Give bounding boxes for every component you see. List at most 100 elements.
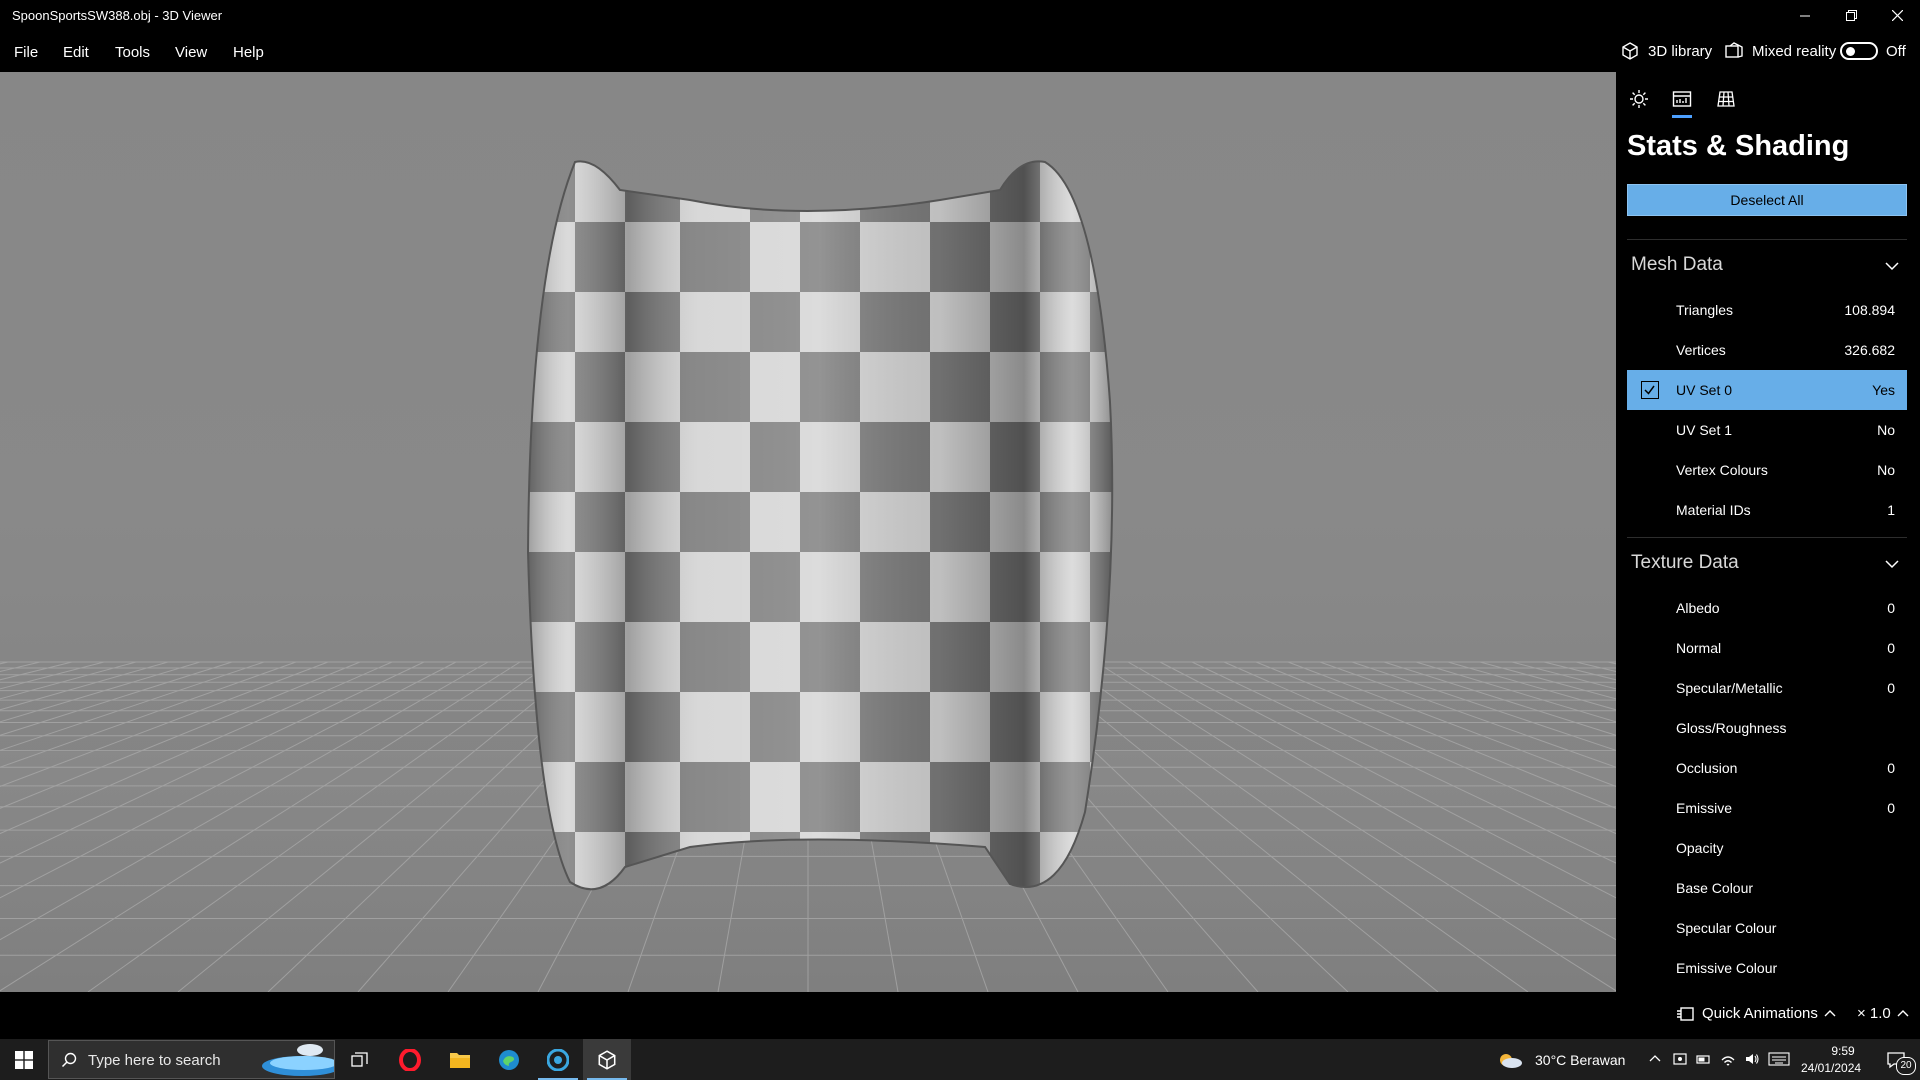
stat-row[interactable]: Material IDs 1	[1627, 490, 1907, 530]
mesh-data-header[interactable]: Mesh Data	[1631, 254, 1723, 276]
chevron-up-icon	[1897, 1009, 1909, 1016]
stat-value: 326.682	[1844, 342, 1895, 358]
menu-view[interactable]: View	[175, 44, 207, 61]
deselect-all-button[interactable]: Deselect All	[1627, 184, 1907, 216]
3d-viewport[interactable]	[0, 72, 1616, 992]
menu-help[interactable]: Help	[233, 44, 264, 61]
window-title: SpoonSportsSW388.obj - 3D Viewer	[12, 8, 223, 23]
battery-icon[interactable]	[1696, 1052, 1712, 1066]
stat-label: Vertices	[1676, 342, 1726, 358]
stat-label: Normal	[1676, 640, 1722, 656]
quick-animations-label: Quick Animations	[1702, 1005, 1818, 1022]
chevron-up-icon	[1824, 1009, 1836, 1016]
search-highlight-image	[262, 1044, 334, 1076]
security-icon[interactable]	[1672, 1051, 1688, 1067]
chevron-down-icon[interactable]	[1884, 556, 1900, 572]
stats-icon	[1672, 91, 1692, 107]
stat-value: 108.894	[1844, 302, 1895, 318]
3d-viewer-icon	[598, 1049, 616, 1070]
uv-set-checkbox[interactable]	[1641, 381, 1659, 399]
stat-row[interactable]: Vertices 326.682	[1627, 330, 1907, 370]
section-divider	[1627, 537, 1907, 538]
stat-row[interactable]: Emissive Colour	[1627, 948, 1907, 988]
clock-time[interactable]: 9:59	[1822, 1044, 1864, 1058]
stat-row[interactable]: Specular Colour	[1627, 908, 1907, 948]
mixed-reality-toggle[interactable]	[1840, 42, 1878, 60]
stat-label: Base Colour	[1676, 880, 1754, 896]
mixed-reality-icon	[1725, 42, 1743, 58]
taskbar-3d-viewer[interactable]	[583, 1039, 631, 1080]
wheel-model[interactable]	[520, 152, 1120, 912]
notification-badge: 20	[1896, 1057, 1916, 1075]
stat-row[interactable]: Opacity	[1627, 828, 1907, 868]
stat-row[interactable]: UV Set 0 Yes	[1627, 370, 1907, 410]
stat-label: Emissive	[1676, 800, 1733, 816]
menu-tools[interactable]: Tools	[115, 44, 150, 61]
section-divider	[1627, 239, 1907, 240]
stat-label: Opacity	[1676, 840, 1724, 856]
checkmark-icon	[1644, 385, 1655, 395]
weather-text[interactable]: 30°C Berawan	[1535, 1052, 1625, 1068]
active-tab-indicator	[1672, 115, 1692, 118]
menu-edit[interactable]: Edit	[63, 44, 89, 61]
stat-row[interactable]: Gloss/Roughness	[1627, 708, 1907, 748]
mixed-reality-toggle-group: Off	[1840, 42, 1906, 60]
texture-data-header[interactable]: Texture Data	[1631, 552, 1739, 574]
tab-grid[interactable]	[1711, 84, 1741, 114]
stat-value: Yes	[1872, 382, 1895, 398]
windows-icon	[15, 1050, 33, 1069]
clock-date[interactable]: 24/01/2024	[1801, 1061, 1861, 1075]
volume-icon[interactable]	[1744, 1051, 1760, 1067]
stat-label: Material IDs	[1676, 502, 1751, 518]
title-bar: SpoonSportsSW388.obj - 3D Viewer	[0, 0, 1920, 31]
menu-file[interactable]: File	[14, 44, 38, 61]
start-button[interactable]	[0, 1039, 48, 1080]
stat-row[interactable]: Occlusion 0	[1627, 748, 1907, 788]
stat-row[interactable]: Emissive 0	[1627, 788, 1907, 828]
tab-lighting[interactable]	[1624, 84, 1654, 114]
wifi-icon[interactable]	[1720, 1051, 1736, 1067]
3d-library-button[interactable]: 3D library	[1620, 41, 1712, 61]
stat-label: Vertex Colours	[1676, 462, 1768, 478]
task-view-icon	[351, 1051, 368, 1067]
stat-row[interactable]: Base Colour	[1627, 868, 1907, 908]
stat-label: Emissive Colour	[1676, 960, 1778, 976]
cloud-icon	[1500, 1053, 1522, 1068]
panel-title: Stats & Shading	[1627, 130, 1850, 162]
stat-label: Triangles	[1676, 302, 1734, 318]
taskbar-opera[interactable]	[386, 1039, 434, 1080]
taskbar-chrome[interactable]	[534, 1039, 582, 1080]
tab-stats[interactable]	[1667, 84, 1697, 114]
stat-value: No	[1877, 462, 1895, 478]
chevron-up-icon[interactable]	[1649, 1053, 1661, 1065]
notification-button[interactable]: 20	[1872, 1039, 1920, 1080]
stat-row[interactable]: Specular/Metallic 0	[1627, 668, 1907, 708]
taskbar-edge[interactable]	[485, 1039, 533, 1080]
animation-icon	[1677, 1006, 1694, 1021]
stat-row[interactable]: Vertex Colours No	[1627, 450, 1907, 490]
close-button[interactable]	[1874, 0, 1920, 31]
chevron-down-icon[interactable]	[1884, 258, 1900, 274]
stat-row[interactable]: Normal 0	[1627, 628, 1907, 668]
opera-icon	[399, 1048, 421, 1071]
task-view-button[interactable]	[336, 1039, 384, 1080]
menu-bar: File Edit Tools View Help 3D library Mix…	[0, 31, 1920, 72]
minimize-button[interactable]	[1782, 0, 1828, 31]
restore-icon	[1845, 10, 1857, 21]
keyboard-icon[interactable]	[1768, 1052, 1790, 1066]
search-input[interactable]: Type here to search	[48, 1040, 335, 1079]
stat-label: UV Set 1	[1676, 422, 1733, 438]
taskbar-file-explorer[interactable]	[436, 1039, 484, 1080]
stat-value: 0	[1887, 760, 1895, 776]
close-icon	[1891, 10, 1903, 21]
scene-canvas[interactable]	[0, 72, 1616, 992]
stat-row[interactable]: UV Set 1 No	[1627, 410, 1907, 450]
quick-animations-button[interactable]: Quick Animations	[1676, 1005, 1836, 1022]
mixed-reality-button[interactable]: Mixed reality	[1724, 41, 1836, 61]
stat-row[interactable]: Albedo 0	[1627, 588, 1907, 628]
stat-label: Occlusion	[1676, 760, 1738, 776]
stat-row[interactable]: Triangles 108.894	[1627, 290, 1907, 330]
restore-button[interactable]	[1828, 0, 1874, 31]
speed-button[interactable]: × 1.0	[1857, 1005, 1909, 1022]
weather-widget[interactable]	[1490, 1039, 1530, 1080]
